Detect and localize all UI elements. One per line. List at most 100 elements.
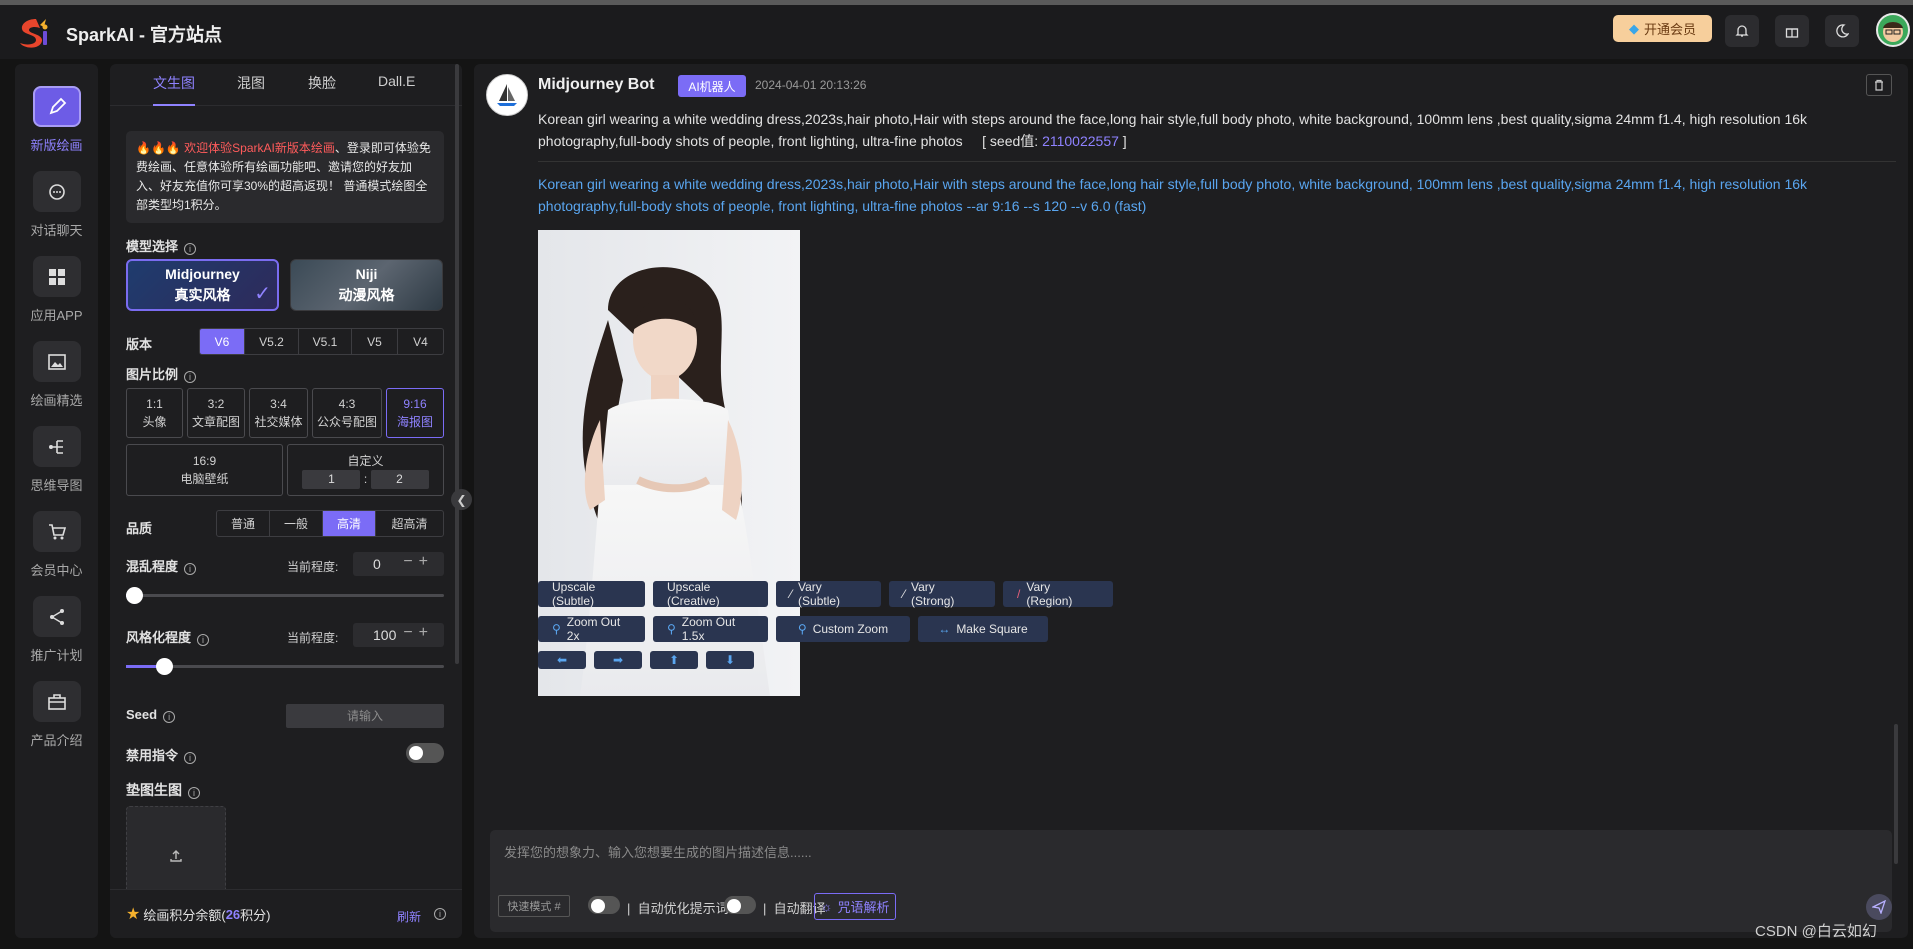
info-icon[interactable]: i [184,563,197,575]
stylize-stepper[interactable]: 100 −+ [353,623,444,647]
nav-item-apps[interactable]: 应用APP [15,234,98,324]
nav-item-box [32,171,81,212]
chaos-section-label: 混乱程度 i [126,556,197,575]
user-avatar[interactable] [1876,13,1910,47]
zoom-out-2x-button[interactable]: ⚲ Zoom Out 2x [538,615,645,643]
chat-main-area: Midjourney Bot AI机器人 2024-04-01 20:13:26… [474,64,1908,938]
info-icon[interactable]: i [188,787,200,799]
magic-wand-icon: ⁄ [790,587,793,601]
gift-icon [1785,28,1799,38]
custom-zoom-button[interactable]: ⚲ Custom Zoom [776,616,910,642]
top-header: SparkAI - 官方站点 ◆ 开通会员 [0,5,1913,59]
arrow-down-icon: ⬇ [724,653,736,667]
send-button[interactable] [1866,894,1892,920]
ratio-option-4-3[interactable]: 4:3 公众号配图 [312,388,382,438]
left-nav-sidebar: 新版绘画 对话聊天 应用APP 绘画精选 思维导图 会员中心 推广计划 产品介绍 [15,64,98,938]
stepper-buttons[interactable]: −+ [403,553,434,571]
ratio-option-3-4[interactable]: 3:4 社交媒体 [249,388,308,438]
vip-button-label: 开通会员 [1643,22,1696,37]
custom-height-input[interactable]: 2 [370,469,429,489]
upscale-creative-button[interactable]: Upscale (Creative) [653,580,768,608]
version-option[interactable]: V5.1 [299,329,352,354]
panel-scrollbar[interactable] [455,64,459,664]
model-niji[interactable]: Niji 动漫风格 [290,259,443,311]
pan-left-button[interactable]: ⬅ [538,651,586,669]
nav-item-mindmap[interactable]: 思维导图 [15,404,98,494]
tab-blend[interactable]: 混图 [237,73,265,93]
vary-strong-button[interactable]: ⁄ Vary (Strong) [889,580,995,608]
quick-mode-tag[interactable]: 快速模式 # [498,895,570,917]
tab-text-to-image[interactable]: 文生图 [153,73,195,93]
chaos-slider[interactable] [126,587,444,604]
notification-button[interactable] [1725,15,1759,47]
stepper-buttons[interactable]: −+ [403,624,434,642]
vip-button[interactable]: ◆ 开通会员 [1613,15,1712,42]
ratio-option-3-2[interactable]: 3:2 文章配图 [187,388,245,438]
auto-optimize-text: 自动优化提示词 [637,901,729,916]
action-label: Vary (Region) [1026,580,1073,608]
gift-button[interactable] [1775,15,1809,47]
welcome-notice: 🔥🔥🔥 欢迎体验SparkAI新版本绘画、登录即可体验免费绘画、任意体验所有绘画… [126,131,444,223]
nav-item-product-intro[interactable]: 产品介绍 [15,659,98,749]
stylize-slider-thumb[interactable] [156,658,173,675]
collapse-panel-button[interactable]: ❮ [451,489,472,510]
pan-down-button[interactable]: ⬇ [706,651,754,669]
nav-item-promotion[interactable]: 推广计划 [15,574,98,664]
info-icon[interactable]: i [434,908,446,920]
model-style: 动漫风格 [338,287,395,303]
info-icon[interactable]: i [197,634,210,646]
delete-message-button[interactable] [1866,74,1892,96]
ratio-option-1-1[interactable]: 1:1 头像 [126,388,183,438]
spark-logo-icon[interactable] [16,15,52,49]
prompt-input[interactable]: 发挥您的想象力、输入您想要生成的图片描述信息...... [504,842,812,861]
tab-dalle[interactable]: Dall.E [378,73,415,89]
tab-face-swap[interactable]: 换脸 [308,73,336,93]
stylize-section-label: 风格化程度 i [126,627,210,646]
nav-item-box [32,596,81,637]
ref-image-section-label: 垫图生图 i [126,780,200,800]
bot-avatar [486,74,528,116]
nav-item-chat[interactable]: 对话聊天 [15,149,98,239]
ratio-option-16-9[interactable]: 16:9 电脑壁纸 [126,444,283,496]
chaos-stepper[interactable]: 0 −+ [353,552,444,576]
quality-option[interactable]: 一般 [270,511,323,536]
quality-option[interactable]: 超高清 [376,511,443,536]
upscale-subtle-button[interactable]: Upscale (Subtle) [538,580,645,608]
nav-item-member-center[interactable]: 会员中心 [15,489,98,579]
no-command-toggle[interactable] [406,743,444,763]
stylize-slider[interactable] [126,658,444,675]
quality-option[interactable]: 高清 [323,511,376,536]
message-divider [538,161,1896,162]
info-icon[interactable]: i [184,371,197,383]
version-option[interactable]: V4 [398,329,443,354]
seed-value[interactable]: 2110022557 [1042,133,1119,149]
pan-up-button[interactable]: ⬆ [650,651,698,669]
make-square-button[interactable]: ↔ Make Square [918,616,1048,642]
vary-region-button[interactable]: / Vary (Region) [1003,580,1113,608]
info-icon[interactable]: i [184,752,197,764]
nav-item-gallery[interactable]: 绘画精选 [15,319,98,409]
chat-scrollbar[interactable] [1894,724,1898,864]
ratio-option-9-16[interactable]: 9:16 海报图 [386,388,444,438]
auto-translate-toggle[interactable] [724,896,756,914]
nav-item-new-drawing[interactable]: 新版绘画 [15,64,98,154]
info-icon[interactable]: i [184,243,197,255]
quality-option[interactable]: 普通 [217,511,270,536]
seed-input[interactable]: 请输入 [286,704,444,728]
zoom-out-1-5x-button[interactable]: ⚲ Zoom Out 1.5x [653,615,768,643]
auto-optimize-toggle[interactable] [588,896,620,914]
prompt-parse-button[interactable]: ☼ 咒语解析 [814,893,896,920]
check-icon: ✓ [254,283,271,305]
version-option[interactable]: V5 [352,329,398,354]
refresh-link[interactable]: 刷新 [397,908,421,925]
custom-width-input[interactable]: 1 [302,469,361,489]
info-icon[interactable]: i [163,711,176,723]
action-label: Zoom Out 1.5x [681,615,736,643]
vary-subtle-button[interactable]: ⁄ Vary (Subtle) [776,580,881,608]
theme-toggle-button[interactable] [1825,15,1859,47]
version-option[interactable]: V5.2 [245,329,299,354]
pan-right-button[interactable]: ➡ [594,651,642,669]
model-midjourney[interactable]: Midjourney 真实风格 ✓ [126,259,279,311]
chaos-slider-thumb[interactable] [126,587,143,604]
version-option[interactable]: V6 [200,329,245,354]
